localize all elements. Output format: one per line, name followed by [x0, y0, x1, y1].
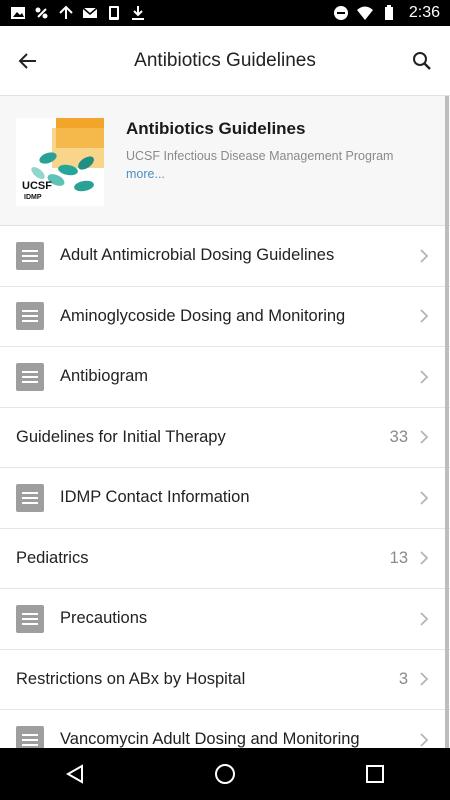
chevron-right-icon — [418, 671, 430, 687]
back-button[interactable] — [0, 26, 56, 96]
download-icon — [132, 6, 144, 20]
battery-icon — [384, 5, 393, 20]
more-link[interactable]: more... — [126, 167, 393, 181]
chevron-right-icon — [418, 550, 430, 566]
chevron-right-icon — [418, 611, 430, 627]
pill-bottle-image — [16, 118, 104, 206]
link-icon — [35, 7, 48, 19]
nav-home-button[interactable] — [195, 748, 255, 800]
app-bar: Antibiotics Guidelines — [0, 26, 450, 96]
list-item-label: Pediatrics — [16, 548, 89, 567]
scrollbar[interactable] — [445, 96, 449, 748]
arrow-left-icon — [18, 52, 36, 69]
list-item-label: Guidelines for Initial Therapy — [16, 427, 226, 446]
list-item[interactable]: Guidelines for Initial Therapy 33 — [0, 408, 450, 468]
mail-icon — [82, 7, 98, 18]
list-item[interactable]: Vancomycin Adult Dosing and Monitoring — [0, 710, 450, 748]
list-item[interactable]: Restrictions on ABx by Hospital 3 — [0, 650, 450, 710]
page-title: Antibiotics Guidelines — [134, 49, 316, 71]
square-recents-icon — [366, 765, 384, 783]
circle-home-icon — [215, 764, 235, 784]
status-bar: 2:36 — [0, 0, 450, 26]
chevron-right-icon — [418, 490, 430, 506]
logo-text-ucsf: UCSF — [22, 180, 52, 192]
chevron-right-icon — [418, 732, 430, 748]
chevron-right-icon — [418, 308, 430, 324]
list-item-count: 33 — [389, 427, 408, 446]
document-icon — [16, 241, 44, 270]
triangle-back-icon — [65, 764, 83, 784]
nav-back-button[interactable] — [45, 748, 105, 800]
phone-icon — [109, 6, 119, 20]
status-time: 2:36 — [408, 4, 440, 21]
search-icon — [413, 51, 431, 70]
document-icon — [16, 362, 44, 391]
content-list[interactable]: UCSF IDMP Antibiotics Guidelines UCSF In… — [0, 96, 450, 748]
list-item[interactable]: Adult Antimicrobial Dosing Guidelines — [0, 226, 450, 287]
list-item-label: IDMP Contact Information — [60, 488, 250, 507]
header-text: Antibiotics Guidelines UCSF Infectious D… — [126, 118, 393, 181]
guideline-list: Adult Antimicrobial Dosing Guidelines Ami… — [0, 226, 450, 748]
list-item-count: 3 — [398, 669, 408, 688]
system-nav-bar — [0, 748, 450, 800]
list-item[interactable]: Antibiogram — [0, 347, 450, 408]
list-item-count: 13 — [389, 548, 408, 567]
ucsf-idmp-logo: UCSF IDMP — [16, 118, 104, 206]
document-icon — [16, 725, 44, 748]
list-item[interactable]: Aminoglycoside Dosing and Monitoring — [0, 287, 450, 347]
list-item-label: Aminoglycoside Dosing and Monitoring — [60, 306, 346, 325]
nav-recents-button[interactable] — [345, 748, 405, 800]
chevron-right-icon — [418, 429, 430, 445]
document-icon — [16, 302, 44, 331]
list-item-label: Antibiogram — [60, 367, 149, 386]
chevron-right-icon — [418, 248, 430, 264]
chevron-right-icon — [418, 369, 430, 385]
status-left — [10, 5, 146, 21]
document-icon — [16, 604, 44, 633]
guideline-header: UCSF IDMP Antibiotics Guidelines UCSF In… — [0, 96, 450, 226]
status-right: 2:36 — [333, 4, 440, 22]
sync-icon — [59, 5, 73, 19]
list-item-label: Precautions — [60, 609, 148, 628]
list-item[interactable]: Precautions — [0, 589, 450, 650]
document-icon — [16, 483, 44, 512]
header-subtitle: UCSF Infectious Disease Management Progr… — [126, 149, 394, 163]
list-item-label: Vancomycin Adult Dosing and Monitoring — [60, 730, 360, 748]
list-item[interactable]: IDMP Contact Information — [0, 468, 450, 529]
list-item[interactable]: Pediatrics 13 — [0, 529, 450, 589]
wifi-icon — [356, 6, 373, 20]
do-not-disturb-icon — [333, 6, 348, 20]
search-button[interactable] — [394, 26, 450, 96]
logo-text-idmp: IDMP — [24, 194, 42, 201]
image-icon — [11, 7, 25, 19]
header-title: Antibiotics Guidelines — [126, 119, 306, 138]
list-item-label: Restrictions on ABx by Hospital — [16, 669, 246, 688]
list-item-label: Adult Antimicrobial Dosing Guidelines — [60, 246, 335, 265]
